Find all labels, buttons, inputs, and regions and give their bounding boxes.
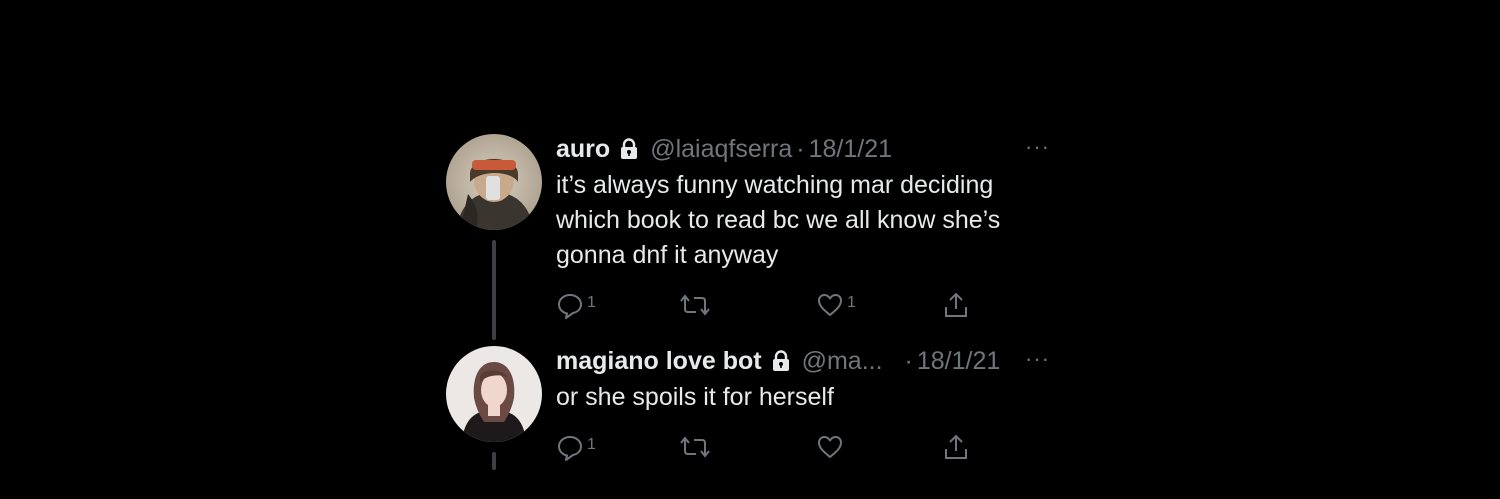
tweet[interactable]: magiano love bot @ma... · 18/1/21 ··· or… xyxy=(446,346,1066,461)
retweet-button[interactable] xyxy=(680,433,713,461)
share-button[interactable] xyxy=(942,433,970,461)
tweet-content: magiano love bot @ma... · 18/1/21 ··· or… xyxy=(556,346,1066,463)
tweet-date[interactable]: 18/1/21 xyxy=(917,346,1000,376)
reply-icon xyxy=(556,433,584,461)
like-count: 1 xyxy=(847,294,856,311)
tweet[interactable]: auro @laiaqfserra · 18/1/21 ··· it’s alw… xyxy=(446,134,1066,324)
share-icon xyxy=(942,433,970,461)
tweet-text-line: it’s always funny watching mar deciding xyxy=(556,171,994,199)
user-handle[interactable]: @ma... xyxy=(802,346,883,376)
like-button[interactable] xyxy=(816,433,847,461)
retweet-button[interactable] xyxy=(680,291,713,319)
tweet-text-line: or she spoils it for herself xyxy=(556,383,834,411)
more-options-icon[interactable]: ··· xyxy=(1025,134,1050,160)
user-handle[interactable]: @laiaqfserra xyxy=(650,134,792,164)
tweet-thread: auro @laiaqfserra · 18/1/21 ··· it’s alw… xyxy=(0,0,1500,499)
reply-button[interactable]: 1 xyxy=(556,291,596,319)
more-options-icon[interactable]: ··· xyxy=(1025,346,1050,372)
tweet-text-line: which book to read bc we all know she’s xyxy=(556,206,1001,234)
tweet-text-line: gonna dnf it anyway xyxy=(556,241,779,269)
display-name[interactable]: auro xyxy=(556,134,610,164)
lock-icon xyxy=(618,138,640,160)
reply-icon xyxy=(556,291,584,319)
tweet-actions: 1 xyxy=(556,291,1066,321)
heart-icon xyxy=(816,291,844,319)
like-button[interactable]: 1 xyxy=(816,291,856,319)
tweet-text: or she spoils it for herself xyxy=(556,380,1066,415)
share-button[interactable] xyxy=(942,291,970,319)
tweet-actions: 1 xyxy=(556,433,1066,463)
tweet-date[interactable]: 18/1/21 xyxy=(809,134,892,164)
avatar[interactable] xyxy=(446,346,542,442)
heart-icon xyxy=(816,433,844,461)
avatar-photo-icon xyxy=(446,134,542,230)
reply-button[interactable]: 1 xyxy=(556,433,596,461)
separator-dot: · xyxy=(796,135,805,163)
share-icon xyxy=(942,291,970,319)
tweet-header: auro @laiaqfserra · 18/1/21 xyxy=(556,134,1066,164)
separator-dot: · xyxy=(904,347,913,375)
lock-icon xyxy=(770,350,792,372)
retweet-icon xyxy=(680,291,710,319)
reply-count: 1 xyxy=(587,294,596,311)
avatar-photo-icon xyxy=(446,346,542,442)
retweet-icon xyxy=(680,433,710,461)
reply-count: 1 xyxy=(587,436,596,453)
tweet-content: auro @laiaqfserra · 18/1/21 ··· it’s alw… xyxy=(556,134,1066,321)
tweet-text: it’s always funny watching mar deciding … xyxy=(556,168,1066,273)
avatar[interactable] xyxy=(446,134,542,230)
display-name[interactable]: magiano love bot xyxy=(556,346,762,376)
tweet-header: magiano love bot @ma... · 18/1/21 xyxy=(556,346,1066,376)
